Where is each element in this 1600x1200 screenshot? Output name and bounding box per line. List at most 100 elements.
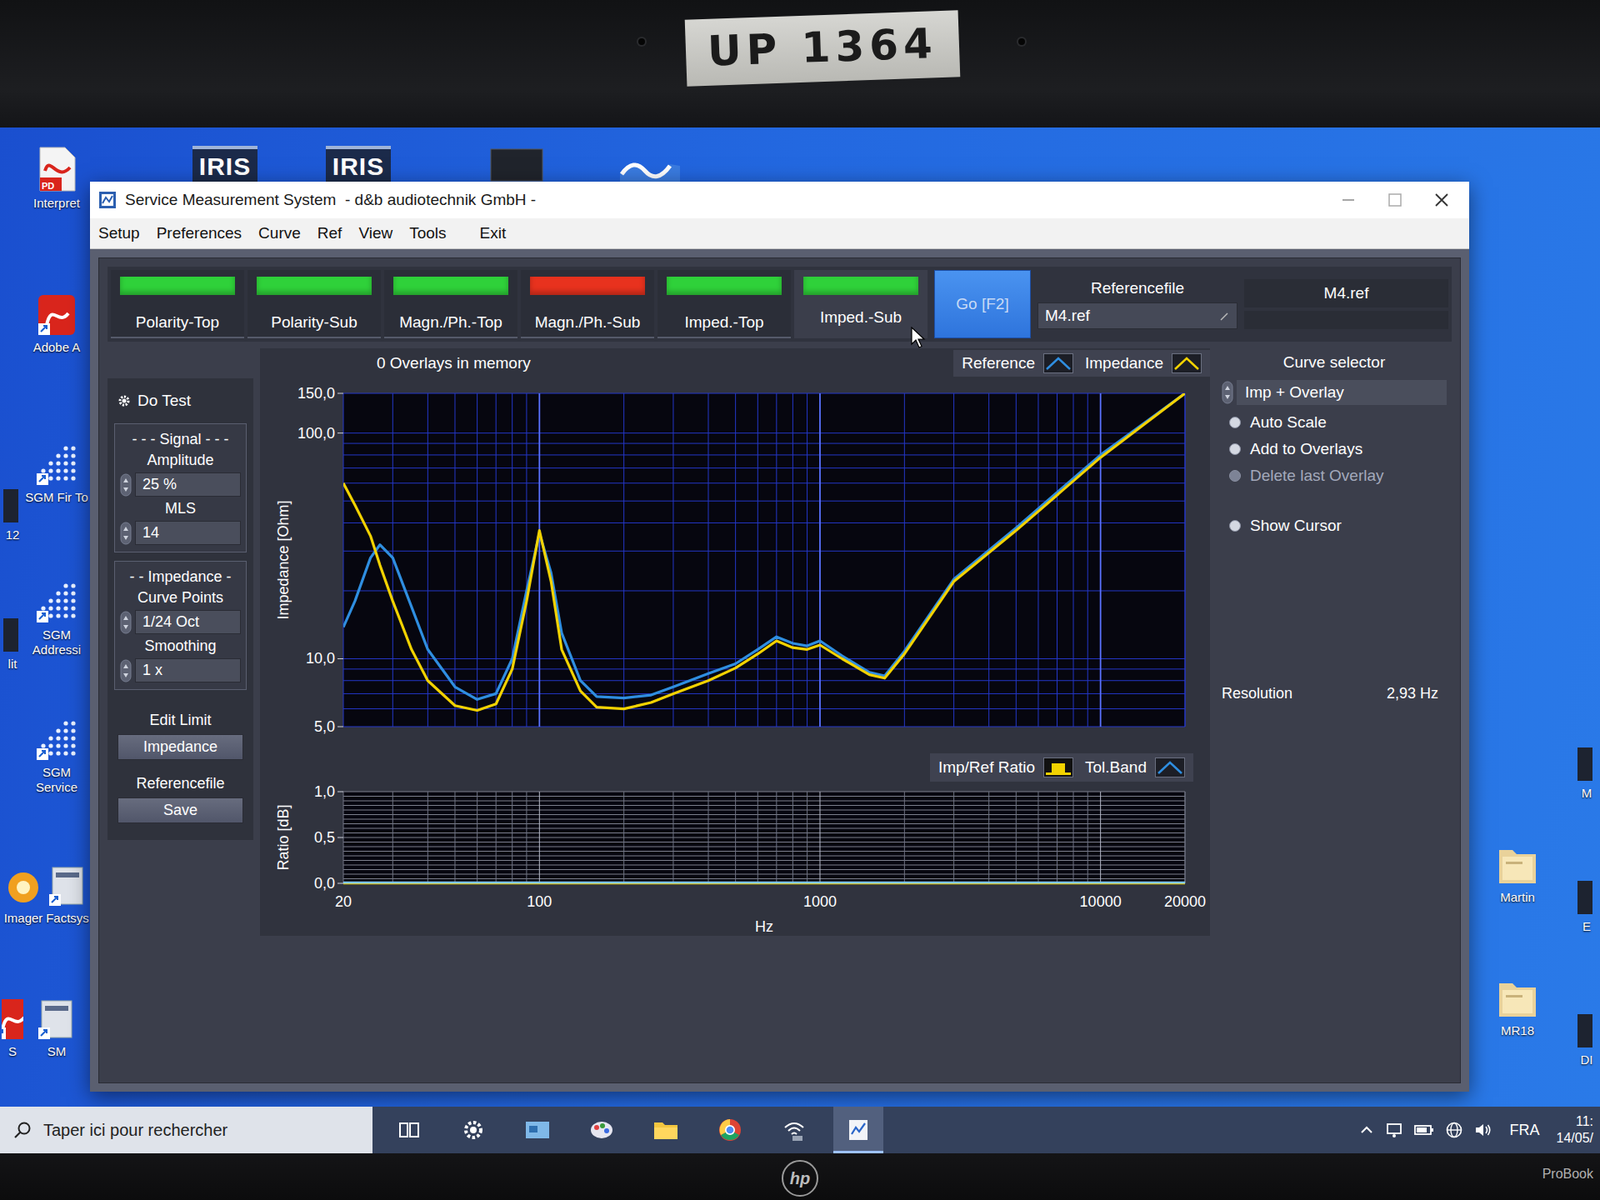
clock[interactable]: 11: 14/05/	[1556, 1113, 1594, 1147]
spinner-icon[interactable]	[120, 659, 132, 683]
menu-item[interactable]: View	[358, 224, 393, 243]
legend-item: Reference	[961, 353, 1074, 374]
taskbar-app[interactable]	[512, 1106, 563, 1154]
ratio-plot-area	[343, 791, 1185, 884]
spinner-icon[interactable]	[1221, 380, 1234, 405]
speaker-icon[interactable]	[1473, 1120, 1494, 1140]
desktop-shortcut[interactable]: IRIS	[320, 145, 396, 185]
desktop-icon[interactable]: S	[1, 994, 24, 1060]
tape-label: UP 1364	[685, 10, 961, 86]
curve-selector[interactable]: Imp + Overlay	[1236, 380, 1447, 405]
menu-item[interactable]: Exit	[480, 224, 507, 243]
plot-area	[343, 393, 1185, 727]
menu-item[interactable]: Ref	[317, 224, 343, 243]
taskbar-app[interactable]	[384, 1106, 435, 1154]
settings-group: - - Impedance - Curve Points 1/24 OctSmo…	[114, 560, 247, 690]
referencefile-field[interactable]: M4.ref	[1037, 302, 1238, 330]
desktop-icon[interactable]: lit	[1, 606, 24, 672]
sgm-icon	[35, 718, 79, 762]
numeric-field[interactable]: 1 x	[135, 658, 241, 683]
desktop-icon[interactable]: DI	[1575, 1002, 1599, 1068]
taskbar: Taper ici pour rechercher FRA 11: 14/05/	[0, 1106, 1600, 1154]
desktop-shortcut[interactable]	[612, 145, 688, 183]
test-tab[interactable]: Polarity-Sub	[247, 270, 381, 339]
option-button[interactable]: Add to Overlays	[1221, 440, 1447, 459]
taskbar-app[interactable]	[769, 1106, 820, 1154]
chrome-icon	[717, 1117, 743, 1143]
desktop-icon[interactable]: Martin	[1480, 840, 1555, 905]
bullet-icon	[1228, 519, 1242, 533]
numeric-field[interactable]: 14	[135, 520, 241, 545]
gear-icon	[117, 394, 131, 408]
desktop-icon[interactable]: MR18	[1480, 973, 1555, 1039]
globe-icon[interactable]	[1445, 1120, 1464, 1140]
language-indicator[interactable]: FRA	[1510, 1121, 1540, 1140]
impedance-chart: 150,0100,010,05,0Impedance [Ohm]	[260, 378, 1210, 754]
spinner-icon[interactable]	[120, 473, 132, 497]
desktop-shortcut[interactable]	[479, 145, 555, 183]
partial-icon	[3, 484, 22, 525]
test-tab[interactable]: Imped.-Top	[657, 270, 791, 339]
desktop-icon[interactable]: SGM Addressi	[25, 577, 89, 658]
close-icon[interactable]	[1422, 183, 1461, 217]
desktop-icon[interactable]: SGM Service	[25, 715, 89, 795]
test-tab[interactable]: Magn./Ph.-Top	[384, 270, 518, 339]
display-icon[interactable]	[1385, 1120, 1404, 1140]
x-tick: 20	[335, 893, 352, 910]
imager-icon	[3, 867, 44, 908]
taskbar-app[interactable]	[576, 1106, 627, 1154]
menu-item[interactable]: Tools	[409, 224, 446, 243]
settings-group: - - - Signal - - - Amplitude 25 %MLS 14	[114, 423, 247, 553]
desktop-icon[interactable]: M	[1575, 735, 1599, 801]
wave-icon	[616, 145, 684, 183]
battery-icon[interactable]	[1413, 1121, 1435, 1139]
go-button[interactable]: Go [F2]	[934, 270, 1031, 339]
desktop-icon[interactable]: E	[1575, 869, 1599, 935]
desktop-icon[interactable]: PD Interpret	[25, 145, 89, 211]
do-test-button[interactable]: Do Test	[114, 386, 247, 415]
test-tab[interactable]: Imped.-Sub	[794, 270, 928, 339]
option-button[interactable]: Auto Scale	[1221, 413, 1447, 432]
menu-item[interactable]: Setup	[98, 224, 140, 243]
x-tick: 20000	[1164, 893, 1206, 910]
taskbar-app[interactable]	[833, 1106, 884, 1154]
legend-swatch-icon	[1155, 757, 1185, 778]
taskbar-app[interactable]	[448, 1106, 499, 1154]
legend-item: Impedance	[1085, 353, 1202, 374]
bullet-icon	[1228, 442, 1242, 456]
desktop-icon[interactable]: Factsys	[45, 860, 90, 926]
desktop-shortcut[interactable]: IRIS	[187, 145, 263, 185]
impedance-curve	[343, 393, 1185, 711]
legend-item: Imp/Ref Ratio	[938, 757, 1074, 778]
numeric-field[interactable]: 25 %	[135, 472, 241, 497]
desktop-icon[interactable]: SM	[25, 994, 89, 1060]
impedance-button[interactable]: Impedance	[117, 734, 244, 760]
test-tab[interactable]: Polarity-Top	[110, 270, 245, 339]
save-button[interactable]: Save	[117, 797, 244, 824]
desktop-icon[interactable]: 12	[1, 477, 24, 543]
option-button[interactable]: Show Cursor	[1221, 516, 1447, 535]
ratio-legend: Imp/Ref Ratio Tol.Band	[930, 753, 1194, 782]
chevron-up-icon[interactable]	[1358, 1121, 1375, 1139]
menu-item[interactable]: Preferences	[156, 224, 242, 243]
search-box[interactable]: Taper ici pour rechercher	[0, 1106, 373, 1154]
y-axis-label: Impedance [Ohm]	[275, 500, 292, 620]
desktop-icon[interactable]: SGM Fir To	[25, 440, 89, 505]
menu-item[interactable]: Curve	[258, 224, 301, 243]
partial-icon	[1577, 1009, 1596, 1050]
desktop-icon[interactable]: Adobe A	[25, 290, 89, 355]
window-title: Service Measurement System - d&b audiote…	[125, 190, 536, 210]
spinner-icon[interactable]	[120, 521, 132, 545]
app-icon	[98, 190, 117, 210]
spinner-icon[interactable]	[120, 610, 132, 635]
maximize-icon[interactable]	[1375, 183, 1415, 217]
mouse-cursor-icon	[910, 326, 926, 349]
y-tick: 150,0	[297, 385, 335, 402]
desktop-icon[interactable]: Imager	[0, 860, 47, 926]
taskbar-app[interactable]	[705, 1106, 755, 1154]
taskbar-app[interactable]	[640, 1106, 691, 1154]
minimize-icon[interactable]	[1329, 183, 1368, 217]
numeric-field[interactable]: 1/24 Oct	[135, 610, 241, 635]
test-tab[interactable]: Magn./Ph.-Sub	[520, 270, 655, 339]
right-panel: Curve selector Imp + Overlay Auto Scale …	[1216, 348, 1452, 708]
